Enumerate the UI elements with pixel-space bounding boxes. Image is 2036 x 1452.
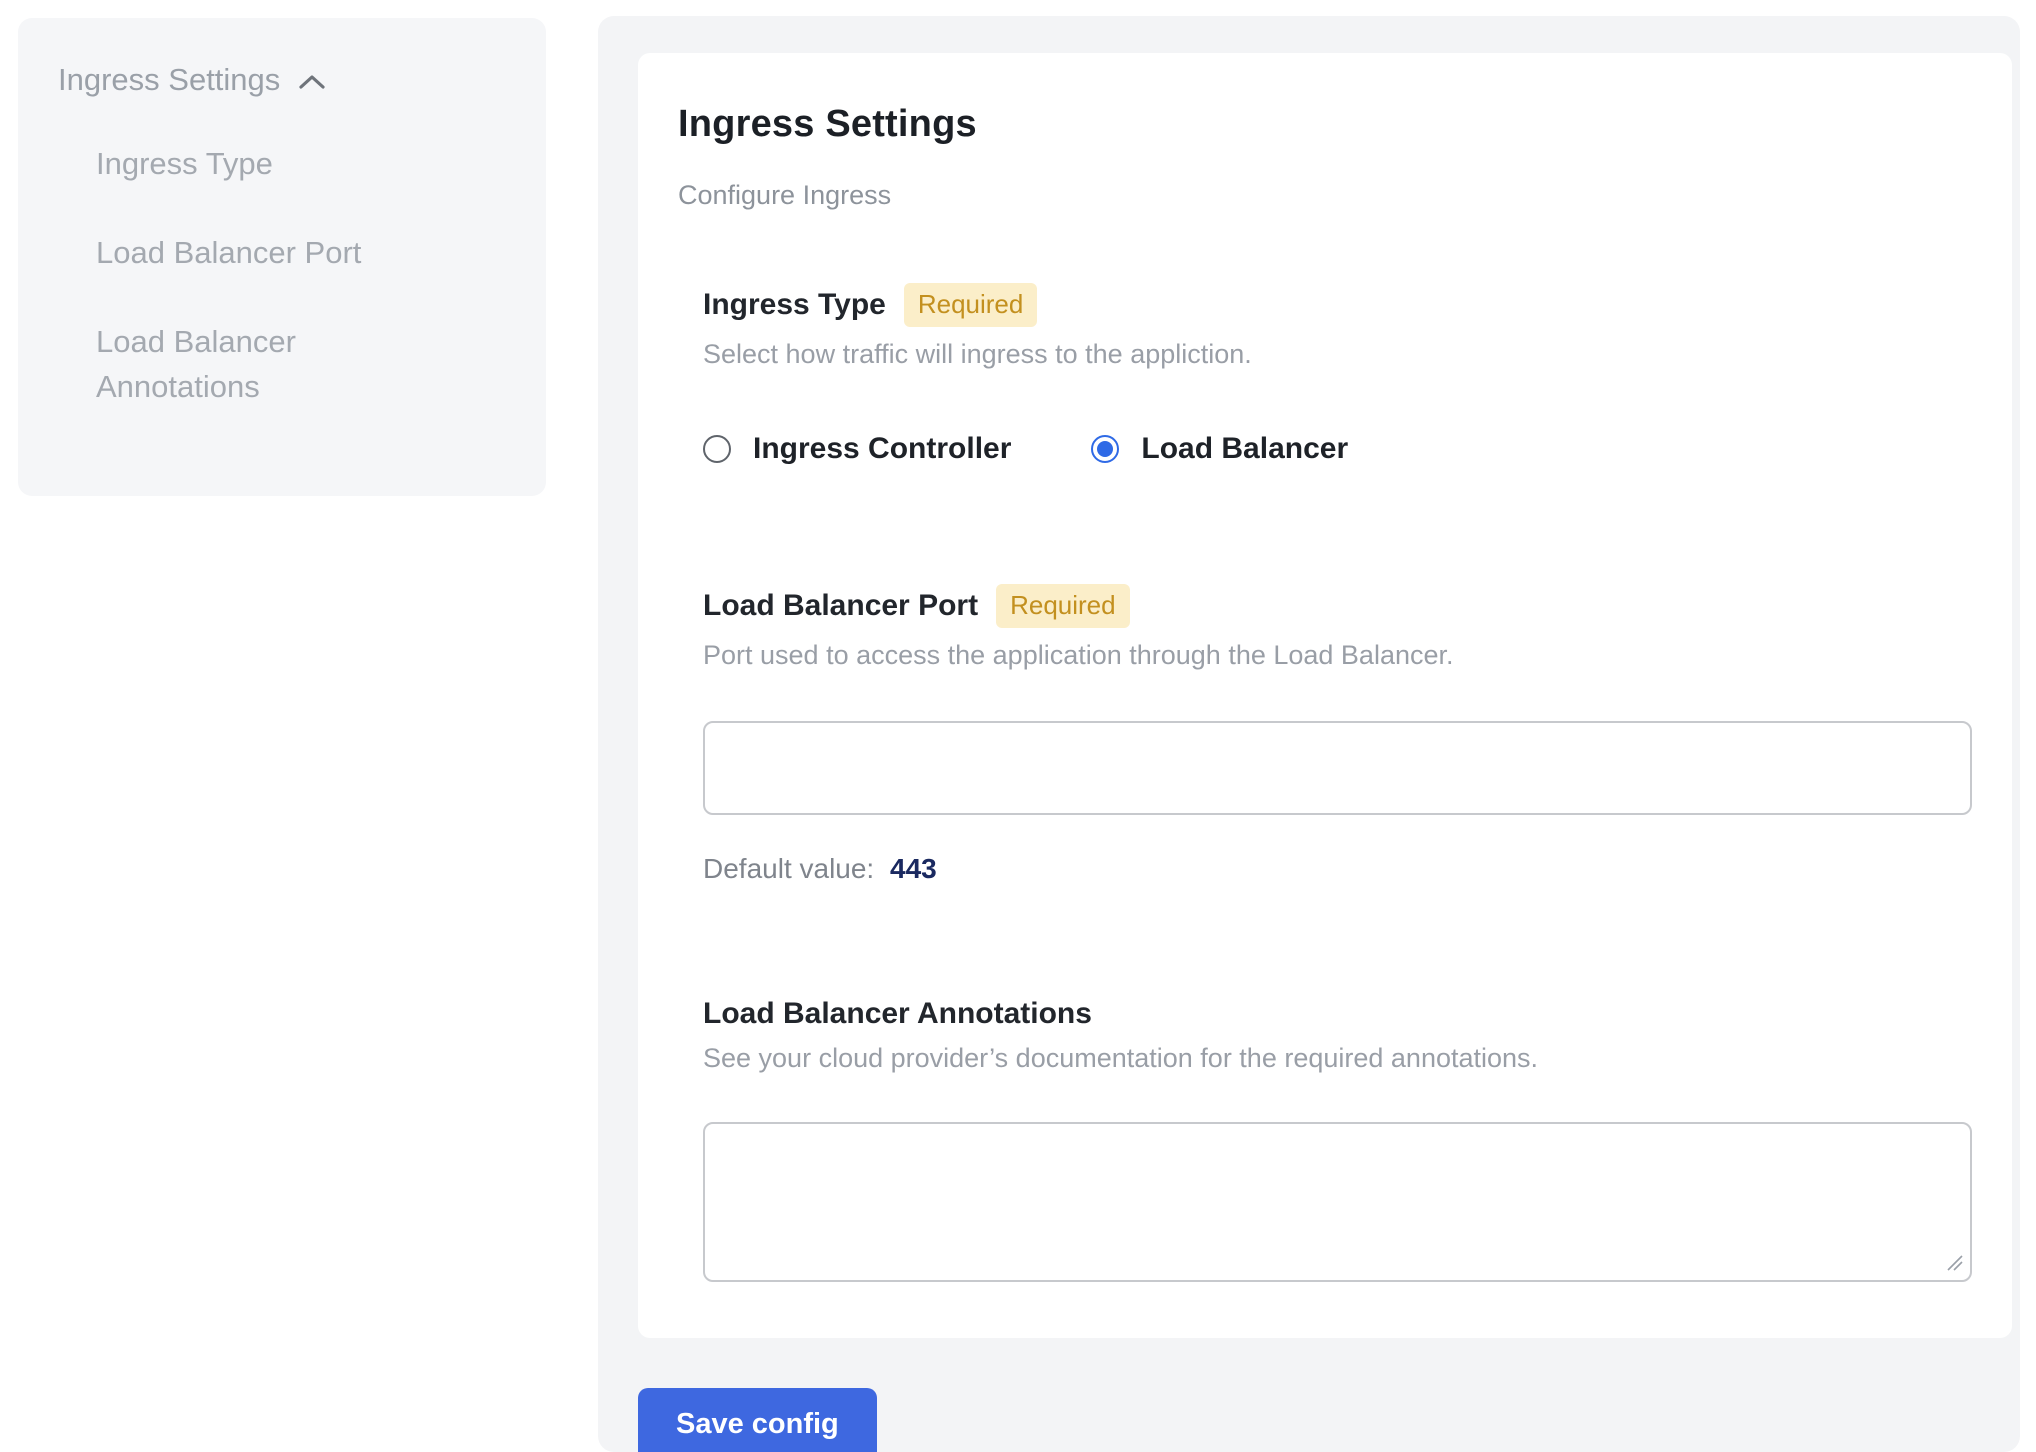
sidebar-item-list: Ingress Type Load Balancer Port Load Bal… [58,142,510,410]
radio-icon [1091,435,1119,463]
load-balancer-port-description: Port used to access the application thro… [703,640,1972,671]
ingress-type-label: Ingress Type [703,288,886,322]
page-subtitle: Configure Ingress [678,180,1972,211]
radio-option-ingress-controller[interactable]: Ingress Controller [703,432,1011,466]
load-balancer-port-label: Load Balancer Port [703,589,978,623]
chevron-up-icon [298,73,326,91]
radio-option-load-balancer[interactable]: Load Balancer [1091,432,1348,466]
radio-label: Load Balancer [1141,432,1348,466]
load-balancer-port-input[interactable] [703,721,1972,815]
main-panel: Ingress Settings Configure Ingress Ingre… [598,16,2020,1452]
radio-label: Ingress Controller [753,432,1011,466]
page-title: Ingress Settings [678,103,1972,146]
radio-icon [703,435,731,463]
section-ingress-type: Ingress Type Required Select how traffic… [703,283,1972,466]
sidebar-section-ingress-settings[interactable]: Ingress Settings [58,62,510,98]
section-load-balancer-annotations: Load Balancer Annotations See your cloud… [703,997,1972,1282]
ingress-type-description: Select how traffic will ingress to the a… [703,339,1972,370]
ingress-type-radio-group: Ingress Controller Load Balancer [703,432,1972,466]
annotations-textarea-wrap [703,1122,1972,1282]
default-value-label: Default value: [703,853,874,884]
required-badge: Required [996,584,1130,628]
save-config-button[interactable]: Save config [638,1388,877,1452]
load-balancer-annotations-description: See your cloud provider’s documentation … [703,1043,1972,1074]
default-value: 443 [890,853,937,884]
ingress-settings-card: Ingress Settings Configure Ingress Ingre… [638,53,2012,1338]
section-load-balancer-port: Load Balancer Port Required Port used to… [703,584,1972,885]
default-value-line: Default value: 443 [703,853,1972,885]
ingress-type-heading: Ingress Type Required [703,283,1972,327]
sidebar-item-load-balancer-annotations[interactable]: Load Balancer Annotations [96,320,406,410]
load-balancer-annotations-textarea[interactable] [703,1122,1972,1282]
required-badge: Required [904,283,1038,327]
sidebar-section-label: Ingress Settings [58,62,280,98]
settings-nav-sidebar: Ingress Settings Ingress Type Load Balan… [18,18,546,496]
load-balancer-annotations-heading: Load Balancer Annotations [703,997,1972,1031]
load-balancer-port-heading: Load Balancer Port Required [703,584,1972,628]
sidebar-item-ingress-type[interactable]: Ingress Type [96,142,406,187]
sidebar-item-load-balancer-port[interactable]: Load Balancer Port [96,231,406,276]
load-balancer-annotations-label: Load Balancer Annotations [703,997,1092,1031]
